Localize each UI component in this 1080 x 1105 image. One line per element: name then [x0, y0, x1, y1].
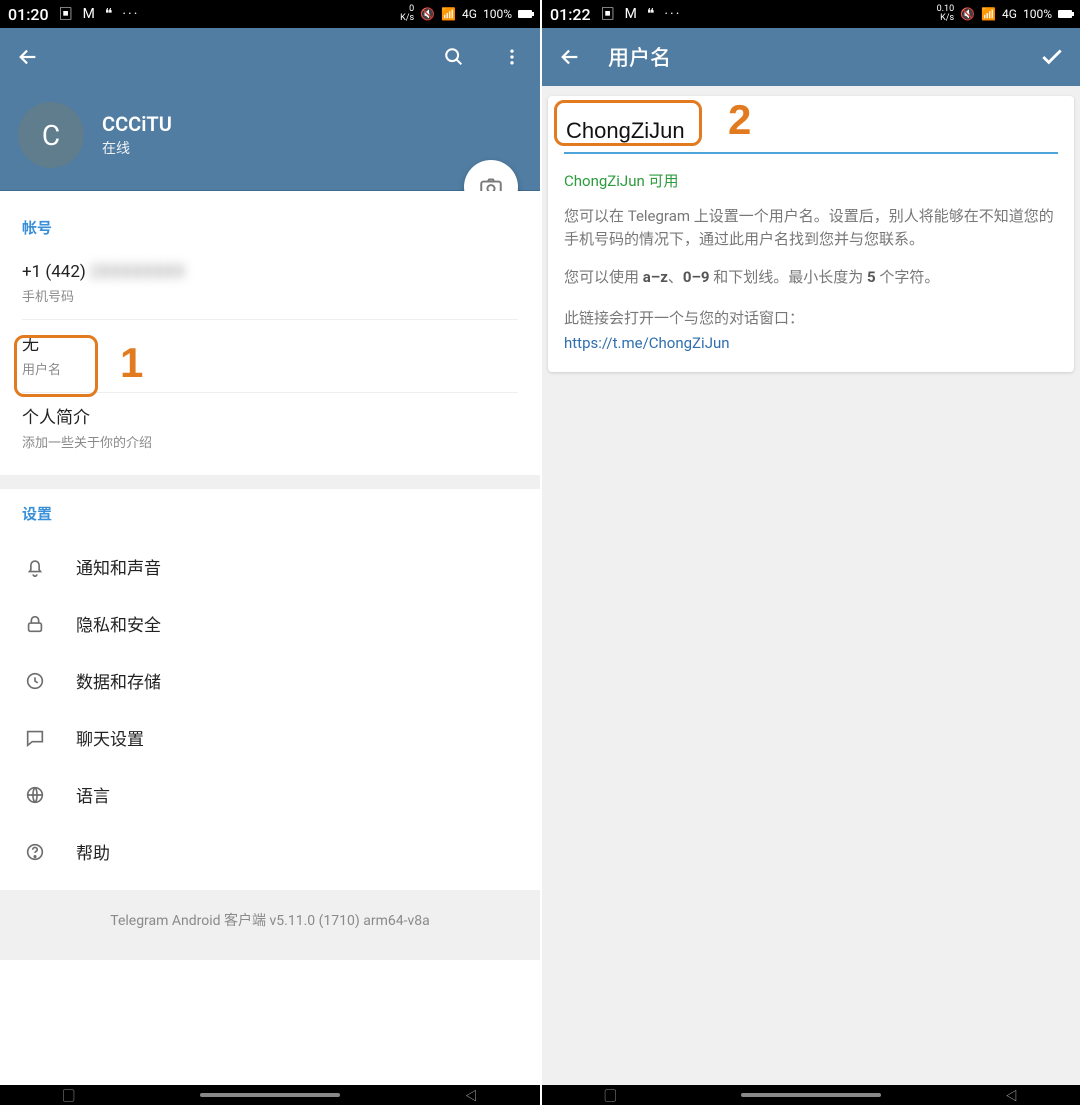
- battery-pct: 100%: [483, 7, 512, 21]
- gmail-icon: M: [83, 6, 95, 22]
- nav-home-pill[interactable]: [741, 1093, 881, 1097]
- status-bar: 01:20 ▣ M ❝ ··· 0 K/s 🔇 📶 4G 100%: [0, 0, 540, 28]
- nav-back-icon[interactable]: ◁: [1006, 1087, 1018, 1104]
- username-available: ChongZiJun 可用: [564, 170, 1058, 191]
- clock-icon: [22, 670, 48, 692]
- profile-status: 在线: [102, 138, 172, 158]
- annotation-number-1: 1: [120, 339, 143, 387]
- mute-icon: 🔇: [420, 7, 435, 21]
- more-button[interactable]: [498, 43, 526, 71]
- gallery-icon: ▣: [601, 4, 615, 24]
- toolbar-title: 用户名: [608, 42, 671, 72]
- username-row[interactable]: 无 用户名: [22, 320, 518, 393]
- annotation-number-2: 2: [728, 96, 751, 144]
- bio-label: 添加一些关于你的介绍: [22, 432, 518, 451]
- settings-item-help[interactable]: 帮助: [22, 823, 518, 880]
- nav-home-pill[interactable]: [200, 1093, 340, 1097]
- status-time: 01:20: [8, 5, 49, 24]
- username-link-intro: 此链接会打开一个与您的对话窗口：: [564, 307, 1058, 330]
- nav-recent-icon[interactable]: ▢: [63, 1087, 75, 1104]
- toolbar: [0, 28, 540, 86]
- settings-item-language[interactable]: 语言: [22, 766, 518, 823]
- bio-row[interactable]: 个人简介 添加一些关于你的介绍: [22, 393, 518, 465]
- search-button[interactable]: [440, 43, 468, 71]
- back-button[interactable]: [556, 43, 584, 71]
- lock-icon: [22, 613, 48, 635]
- nav-recent-icon[interactable]: ▢: [604, 1087, 616, 1104]
- phone-row[interactable]: +1 (442) 2XXXXXXXX 手机号码: [22, 252, 518, 320]
- username-card: ChongZiJun 可用 您可以在 Telegram 上设置一个用户名。设置后…: [548, 96, 1074, 372]
- account-section-title: 帐号: [22, 217, 518, 238]
- phone-left-settings: 01:20 ▣ M ❝ ··· 0 K/s 🔇 📶 4G 100%: [0, 0, 540, 1105]
- confirm-button[interactable]: [1038, 43, 1066, 71]
- signal-4g-icon: 4G: [462, 7, 477, 21]
- android-nav-bar: ▢ ◁: [542, 1085, 1080, 1105]
- version-footer: Telegram Android 客户端 v5.11.0 (1710) arm6…: [0, 890, 540, 960]
- gmail-icon: M: [625, 6, 637, 22]
- battery-icon: [518, 10, 532, 18]
- signal-4g-icon: 4G: [1002, 7, 1017, 21]
- username-description-1: 您可以在 Telegram 上设置一个用户名。设置后，别人将能够在不知道您的手机…: [564, 205, 1058, 252]
- chat-icon: [22, 727, 48, 749]
- globe-icon: [22, 784, 48, 806]
- mute-icon: 🔇: [960, 7, 975, 21]
- phone-label: 手机号码: [22, 286, 518, 305]
- settings-section-title: 设置: [22, 503, 518, 524]
- settings-item-chat[interactable]: 聊天设置: [22, 709, 518, 766]
- help-icon: [22, 841, 48, 863]
- avatar[interactable]: C: [18, 102, 84, 168]
- more-notifications-icon: ···: [664, 6, 681, 22]
- back-button[interactable]: [14, 43, 42, 71]
- settings-item-data[interactable]: 数据和存储: [22, 652, 518, 709]
- nav-back-icon[interactable]: ◁: [465, 1087, 477, 1104]
- status-time: 01:22: [550, 5, 591, 24]
- battery-icon: [1058, 10, 1072, 18]
- section-divider: [0, 475, 540, 489]
- bell-icon: [22, 556, 48, 578]
- settings-item-notifications[interactable]: 通知和声音: [22, 538, 518, 595]
- phone-redacted: 2XXXXXXXX: [90, 262, 185, 282]
- wifi-icon: 📶: [981, 7, 996, 21]
- username-value: 无: [22, 330, 518, 355]
- android-nav-bar: ▢ ◁: [0, 1085, 540, 1105]
- username-link[interactable]: https://t.me/ChongZiJun: [564, 334, 1058, 352]
- wifi-icon: 📶: [441, 7, 456, 21]
- bio-value: 个人简介: [22, 403, 518, 428]
- settings-item-privacy[interactable]: 隐私和安全: [22, 595, 518, 652]
- more-notifications-icon: ···: [122, 6, 139, 22]
- battery-pct: 100%: [1023, 7, 1052, 21]
- network-speed: 0 K/s: [400, 5, 414, 23]
- hangouts-icon: ❝: [647, 6, 655, 22]
- settings-section: 设置 通知和声音 隐私和安全 数据和存储 聊天设置 语言: [0, 489, 540, 890]
- username-input[interactable]: [564, 112, 1058, 154]
- username-label: 用户名: [22, 359, 518, 378]
- phone-value: +1 (442) 2XXXXXXXX: [22, 262, 518, 282]
- username-description-2: 您可以使用 a–z、0–9 和下划线。最小长度为 5 个字符。: [564, 266, 1058, 289]
- account-section: 帐号 +1 (442) 2XXXXXXXX 手机号码 无 用户名 个人简介 添加…: [0, 191, 540, 475]
- status-bar: 01:22 ▣ M ❝ ··· 0.10 K/s 🔇 📶 4G 100%: [542, 0, 1080, 28]
- network-speed: 0.10 K/s: [937, 5, 955, 23]
- gallery-icon: ▣: [59, 4, 73, 24]
- toolbar: 用户名: [542, 28, 1080, 86]
- profile-header: C CCCiTU 在线: [0, 86, 540, 191]
- phone-right-username: 01:22 ▣ M ❝ ··· 0.10 K/s 🔇 📶 4G 100% 用户名: [540, 0, 1080, 1105]
- hangouts-icon: ❝: [105, 6, 113, 22]
- profile-name: CCCiTU: [102, 112, 172, 136]
